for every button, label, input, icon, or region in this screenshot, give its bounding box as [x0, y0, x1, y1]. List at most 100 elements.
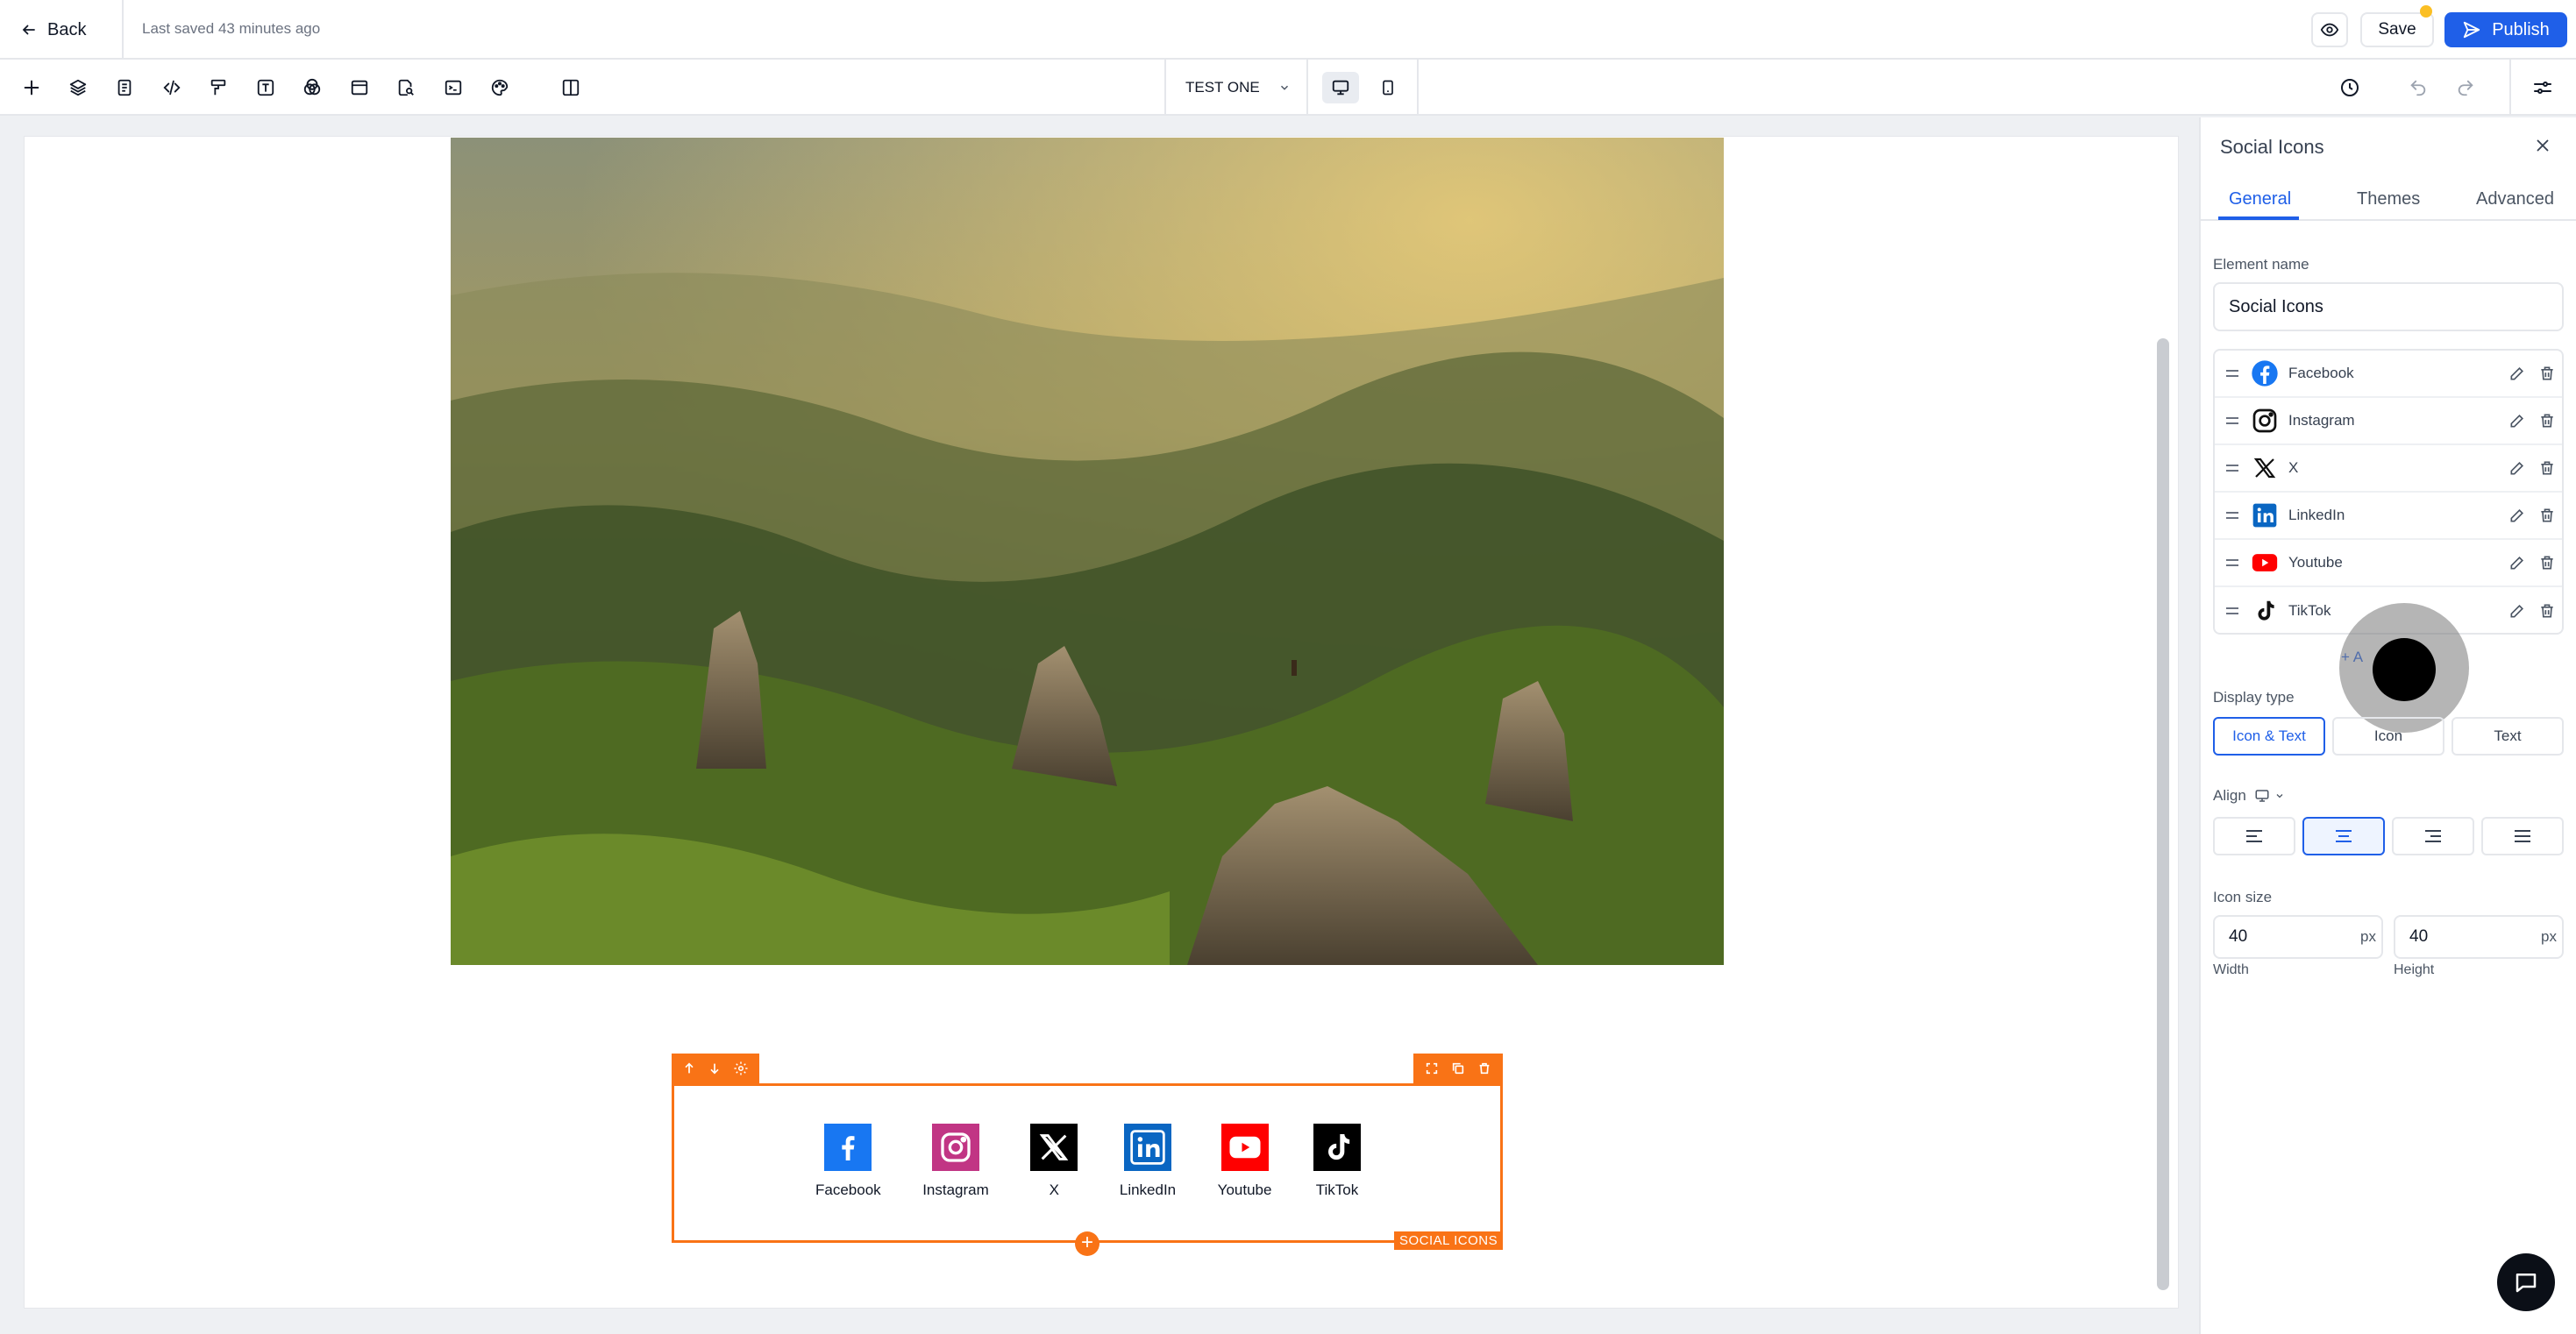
list-item-instagram[interactable]: Instagram — [2215, 398, 2562, 445]
facebook-icon — [2250, 358, 2280, 388]
trash-icon[interactable] — [1477, 1061, 1491, 1075]
tab-general[interactable]: General — [2229, 189, 2291, 209]
list-item-label: Facebook — [2288, 365, 2354, 381]
expand-icon[interactable] — [1425, 1061, 1439, 1075]
layers-button[interactable] — [62, 72, 94, 103]
theme-button[interactable] — [484, 72, 516, 103]
close-panel-button[interactable] — [2530, 133, 2555, 158]
close-icon — [2537, 139, 2549, 152]
social-icons-row: Facebook Instagram X LinkedIn Youtube Ti… — [815, 1124, 1361, 1204]
align-center-button[interactable] — [2302, 817, 2385, 855]
pages-button[interactable] — [109, 72, 140, 103]
social-label: TikTok — [1315, 1181, 1359, 1198]
custom-code-button[interactable] — [438, 72, 469, 103]
preview-button[interactable] — [2311, 12, 2348, 47]
edit-icon[interactable] — [2502, 358, 2532, 388]
trash-icon[interactable] — [2532, 358, 2562, 388]
save-button[interactable]: Save — [2360, 12, 2434, 47]
layout-button[interactable] — [344, 72, 375, 103]
align-right-button[interactable] — [2392, 817, 2474, 855]
instagram-icon — [2250, 406, 2280, 436]
edit-icon[interactable] — [2502, 596, 2532, 626]
align-justify-button[interactable] — [2481, 817, 2564, 855]
social-icon-x[interactable]: X — [1030, 1124, 1078, 1204]
display-text-option[interactable]: Text — [2451, 717, 2564, 756]
edit-icon[interactable] — [2502, 500, 2532, 530]
code-button[interactable] — [156, 72, 188, 103]
drag-handle-icon[interactable] — [2215, 464, 2250, 472]
height-value: 40 — [2409, 927, 2429, 946]
social-icon-youtube[interactable]: Youtube — [1218, 1124, 1271, 1204]
social-icon-instagram[interactable]: Instagram — [922, 1124, 989, 1204]
add-below-button[interactable]: + — [1075, 1231, 1099, 1256]
list-item-label: Youtube — [2288, 554, 2343, 571]
drag-handle-icon[interactable] — [2215, 511, 2250, 520]
undo-button[interactable] — [2402, 72, 2434, 103]
tab-advanced[interactable]: Advanced — [2476, 189, 2554, 209]
settings-panel-button[interactable] — [2527, 72, 2558, 103]
canvas-scrollbar[interactable] — [2157, 338, 2169, 1290]
display-icon-text-option[interactable]: Icon & Text — [2213, 717, 2325, 756]
chat-support-button[interactable] — [2497, 1253, 2555, 1311]
icon-height-input[interactable]: 40 px — [2394, 915, 2564, 959]
seo-button[interactable] — [390, 72, 422, 103]
redo-button[interactable] — [2450, 72, 2481, 103]
back-button[interactable]: Back — [12, 12, 95, 47]
publish-button[interactable]: Publish — [2444, 12, 2567, 47]
code-icon — [163, 80, 181, 96]
text-button[interactable] — [250, 72, 281, 103]
edit-icon[interactable] — [2502, 548, 2532, 578]
edit-icon[interactable] — [2502, 406, 2532, 436]
split-view-icon — [562, 79, 580, 96]
list-item-label: X — [2288, 459, 2299, 476]
copy-icon[interactable] — [1451, 1061, 1465, 1075]
page-name: TEST ONE — [1185, 79, 1260, 96]
element-name-input[interactable] — [2213, 282, 2564, 331]
social-label: Facebook — [815, 1181, 881, 1198]
social-icon-linkedin[interactable]: LinkedIn — [1120, 1124, 1176, 1204]
arrow-down-icon[interactable] — [708, 1061, 722, 1075]
desktop-icon — [2255, 790, 2269, 802]
youtube-icon — [1220, 1124, 1269, 1171]
page-selector[interactable]: TEST ONE — [1185, 75, 1291, 100]
plus-icon — [24, 80, 39, 96]
element-toolbar-right — [1413, 1054, 1503, 1083]
split-view-button[interactable] — [555, 72, 587, 103]
drag-handle-icon[interactable] — [2215, 607, 2250, 615]
trash-icon[interactable] — [2532, 406, 2562, 436]
social-icon-tiktok[interactable]: TikTok — [1313, 1124, 1361, 1204]
display-icon-option[interactable]: Icon — [2332, 717, 2444, 756]
tiktok-icon — [1313, 1124, 1361, 1171]
drag-handle-icon[interactable] — [2215, 558, 2250, 567]
element-toolbar-left — [672, 1054, 759, 1083]
styles-button[interactable] — [203, 72, 234, 103]
align-right-icon — [2425, 830, 2441, 842]
mobile-view-button[interactable] — [1370, 72, 1406, 103]
list-item-facebook[interactable]: Facebook — [2215, 351, 2562, 398]
add-element-button[interactable] — [16, 72, 47, 103]
gear-icon[interactable] — [733, 1061, 749, 1076]
drag-handle-icon[interactable] — [2215, 416, 2250, 425]
trash-icon[interactable] — [2532, 548, 2562, 578]
clock-icon — [2341, 79, 2359, 96]
list-item-youtube[interactable]: Youtube — [2215, 540, 2562, 587]
edit-icon[interactable] — [2502, 453, 2532, 483]
list-item-x[interactable]: X — [2215, 445, 2562, 493]
desktop-icon — [1332, 80, 1349, 96]
trash-icon[interactable] — [2532, 453, 2562, 483]
trash-icon[interactable] — [2532, 596, 2562, 626]
trash-icon[interactable] — [2532, 500, 2562, 530]
device-select[interactable] — [2253, 788, 2285, 804]
arrow-up-icon[interactable] — [682, 1061, 696, 1075]
tab-themes[interactable]: Themes — [2357, 189, 2420, 209]
text-icon — [257, 79, 274, 96]
blend-button[interactable] — [296, 72, 328, 103]
hero-image[interactable] — [451, 138, 1724, 965]
icon-width-input[interactable]: 40 px — [2213, 915, 2383, 959]
align-left-button[interactable] — [2213, 817, 2295, 855]
drag-handle-icon[interactable] — [2215, 369, 2250, 378]
history-button[interactable] — [2334, 72, 2366, 103]
list-item-linkedin[interactable]: LinkedIn — [2215, 493, 2562, 540]
social-icon-facebook[interactable]: Facebook — [815, 1124, 881, 1204]
desktop-view-button[interactable] — [1322, 72, 1359, 103]
